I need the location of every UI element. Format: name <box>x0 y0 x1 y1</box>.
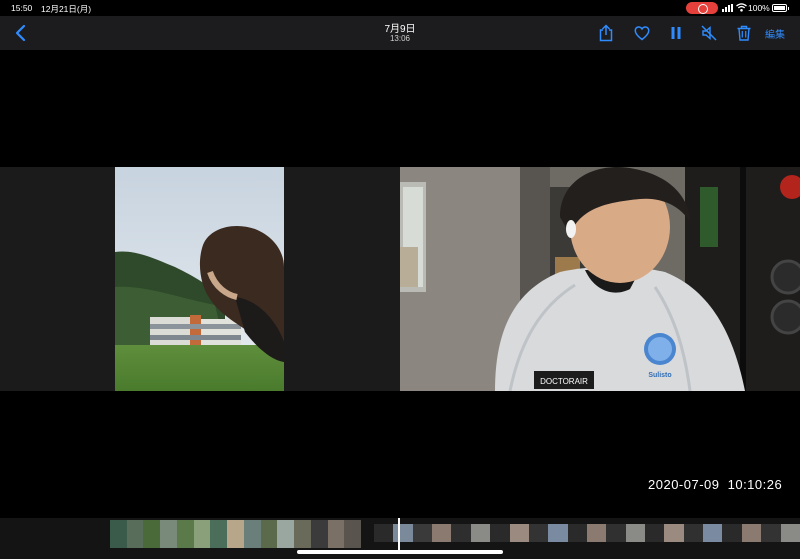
heart-icon[interactable] <box>633 24 651 42</box>
pause-icon[interactable] <box>667 24 685 42</box>
date-title: 7月9日 <box>384 24 416 35</box>
time-subtitle: 13:06 <box>389 34 411 43</box>
video-timestamp: 2020-07-09 10:10:26 <box>648 477 783 492</box>
edit-button[interactable]: 編集 <box>765 26 785 41</box>
battery-icon <box>772 4 789 12</box>
indoor-scene-image: DOCTORAIR Sulisto <box>400 167 800 391</box>
screen-recording-icon[interactable] <box>686 2 718 14</box>
video-viewer[interactable]: DOCTORAIR Sulisto 2020-07-09 10:10:26 <box>0 50 800 518</box>
wifi-icon <box>736 3 747 12</box>
share-icon[interactable] <box>597 24 615 42</box>
doctorair-logo: DOCTORAIR <box>540 377 588 386</box>
status-bar: 15:50 12月21日(月) 100% <box>0 0 800 16</box>
trash-icon[interactable] <box>735 24 753 42</box>
sulisto-logo: Sulisto <box>648 372 671 379</box>
status-date: 12月21日(月) <box>41 4 92 14</box>
navigation-bar: 7月9日 13:06 編集 <box>0 16 800 50</box>
outdoor-scene-image <box>115 167 284 391</box>
adjacent-media-thumbnails[interactable] <box>110 520 362 548</box>
filmstrip-scrubber[interactable] <box>0 518 800 559</box>
home-indicator[interactable] <box>297 550 503 554</box>
video-frame: DOCTORAIR Sulisto <box>0 167 800 391</box>
right-participant-video: DOCTORAIR Sulisto <box>400 167 800 391</box>
back-chevron-icon[interactable] <box>12 22 30 44</box>
cellular-signal-icon <box>722 4 735 12</box>
video-frame-thumbnails[interactable] <box>374 524 800 542</box>
status-time: 15:50 <box>11 3 33 13</box>
battery-percentage: 100% <box>748 3 770 13</box>
playhead[interactable] <box>398 518 400 550</box>
mute-icon[interactable] <box>700 24 718 42</box>
left-participant-video <box>115 167 284 391</box>
